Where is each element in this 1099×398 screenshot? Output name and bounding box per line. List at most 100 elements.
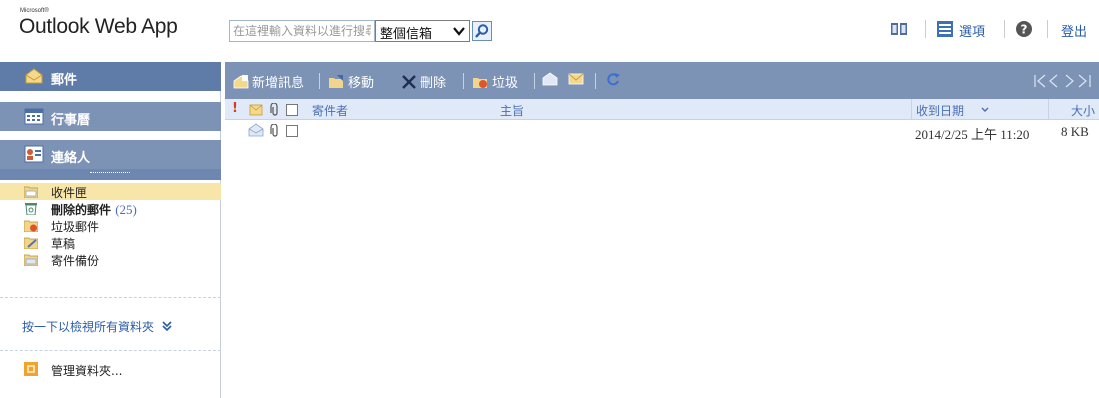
header-divider — [1047, 20, 1048, 38]
svg-text:?: ? — [1021, 23, 1028, 37]
search-input[interactable] — [229, 20, 375, 42]
new-message-button[interactable]: 新增訊息 — [233, 72, 305, 91]
nav-resize-grip[interactable] — [0, 169, 221, 180]
column-size[interactable]: 大小 — [1071, 102, 1095, 119]
search-scope-value: 整個信箱 — [380, 27, 433, 42]
delete-button[interactable]: 刪除 — [401, 72, 447, 91]
app-logo: Microsoft® Outlook Web App — [19, 8, 209, 48]
options-icon — [937, 21, 953, 37]
delete-label: 刪除 — [420, 76, 447, 91]
left-navigation: 郵件 行事曆 連絡人 收件匣 刪除的郵件 (25) 垃圾郵件 草稿 寄件備份 按… — [0, 62, 221, 398]
message-size: 8 KB — [1061, 124, 1089, 139]
column-received[interactable]: 收到日期 — [916, 102, 990, 119]
nav-contacts-label: 連絡人 — [51, 151, 91, 166]
header-divider — [1004, 20, 1005, 38]
top-header: Microsoft® Outlook Web App 整個信箱 — [0, 0, 1099, 60]
attachment-column-icon[interactable] — [270, 103, 280, 117]
next-page-icon[interactable] — [1065, 74, 1074, 88]
attachment-icon — [270, 124, 278, 137]
new-message-label: 新增訊息 — [252, 76, 305, 91]
nav-calendar-label: 行事曆 — [51, 113, 91, 128]
options-button[interactable]: 選項 — [936, 17, 996, 41]
toolbar-divider — [463, 73, 464, 89]
toolbar-divider — [595, 73, 596, 89]
divider — [0, 297, 221, 298]
sort-descending-icon — [981, 107, 989, 112]
folder-drafts[interactable]: 草稿 — [0, 234, 221, 251]
mark-unread-button[interactable] — [568, 72, 587, 89]
folder-sent-items[interactable]: 寄件備份 — [0, 251, 221, 268]
last-page-icon[interactable] — [1078, 74, 1091, 88]
header-actions: 選項 ? 登出 — [880, 17, 1099, 41]
show-all-folders-link[interactable]: 按一下以檢視所有資料夾 — [22, 318, 173, 335]
toolbar-divider — [534, 73, 535, 89]
importance-column-icon[interactable]: ! — [232, 101, 238, 116]
pager — [1033, 73, 1093, 89]
message-list-pane: 新增訊息 移動 刪除 垃圾 ! 寄件者 主旨 收到日期 大小 2014/2/25… — [225, 62, 1099, 398]
message-checkbox[interactable] — [286, 125, 298, 137]
previous-page-icon[interactable] — [1049, 74, 1058, 88]
mail-icon — [25, 68, 43, 84]
folder-label: 垃圾郵件 — [51, 220, 100, 234]
help-button[interactable]: ? — [1015, 17, 1035, 41]
header-divider — [925, 20, 926, 38]
folder-deleted-items[interactable]: 刪除的郵件 (25) — [0, 200, 221, 217]
search-button[interactable] — [472, 21, 492, 41]
new-message-icon — [233, 75, 249, 89]
folder-junk[interactable]: 垃圾郵件 — [0, 217, 221, 234]
junk-button[interactable]: 垃圾 — [473, 72, 519, 91]
delete-x-icon — [402, 75, 416, 89]
nav-calendar[interactable]: 行事曆 — [0, 102, 221, 131]
inbox-folder-icon — [24, 186, 38, 198]
search-scope-select[interactable]: 整個信箱 — [375, 20, 470, 42]
column-subject[interactable]: 主旨 — [500, 102, 524, 119]
first-page-icon[interactable] — [1034, 74, 1046, 88]
toolbar-divider — [319, 73, 320, 89]
sent-folder-icon — [24, 254, 38, 266]
divider — [0, 350, 221, 351]
junk-label: 垃圾 — [492, 76, 519, 91]
read-message-icon — [248, 123, 264, 137]
message-row[interactable]: 2014/2/25 上午 11:20 8 KB — [225, 121, 1099, 142]
help-icon: ? — [1016, 21, 1032, 37]
address-book-button[interactable] — [890, 17, 910, 41]
refresh-button[interactable] — [605, 72, 624, 89]
folder-label: 寄件備份 — [51, 254, 100, 268]
nav-contacts[interactable]: 連絡人 — [0, 140, 221, 169]
unread-count: (25) — [115, 202, 137, 217]
options-link[interactable]: 選項 — [959, 21, 985, 40]
calendar-icon — [24, 108, 44, 125]
double-chevron-down-icon — [162, 321, 172, 332]
manage-folders-label: 管理資料夾... — [51, 364, 123, 378]
move-button[interactable]: 移動 — [329, 72, 375, 91]
column-header: ! 寄件者 主旨 收到日期 大小 — [225, 99, 1099, 120]
column-received-label: 收到日期 — [916, 104, 965, 118]
address-book-icon — [891, 23, 907, 35]
mark-read-icon — [542, 72, 558, 86]
junk-icon — [473, 78, 487, 88]
envelope-column-icon[interactable] — [249, 104, 263, 116]
mark-read-button[interactable] — [542, 72, 561, 89]
folder-inbox[interactable]: 收件匣 — [0, 183, 221, 200]
app-name: Outlook Web App — [19, 15, 178, 38]
signout-link[interactable]: 登出 — [1061, 21, 1087, 40]
chevron-down-icon — [453, 27, 465, 36]
microsoft-logo-text: Microsoft® — [20, 8, 49, 14]
refresh-icon — [607, 73, 620, 86]
nav-mail-label: 郵件 — [51, 73, 78, 88]
column-divider — [911, 99, 912, 120]
column-from[interactable]: 寄件者 — [312, 102, 348, 119]
outlook-web-app: Microsoft® Outlook Web App 整個信箱 — [0, 0, 1099, 398]
trash-icon — [25, 203, 37, 215]
select-all-checkbox[interactable] — [286, 104, 298, 116]
move-label: 移動 — [348, 76, 375, 91]
junk-folder-icon — [24, 220, 38, 232]
column-divider — [1048, 99, 1049, 120]
folder-label: 收件匣 — [51, 186, 88, 200]
toolbar: 新增訊息 移動 刪除 垃圾 — [225, 62, 1099, 99]
nav-mail[interactable]: 郵件 — [0, 62, 221, 91]
drafts-folder-icon — [24, 237, 38, 249]
manage-folders-icon — [24, 362, 38, 376]
move-icon — [329, 75, 343, 88]
folder-name: 刪除的郵件 — [51, 203, 112, 217]
